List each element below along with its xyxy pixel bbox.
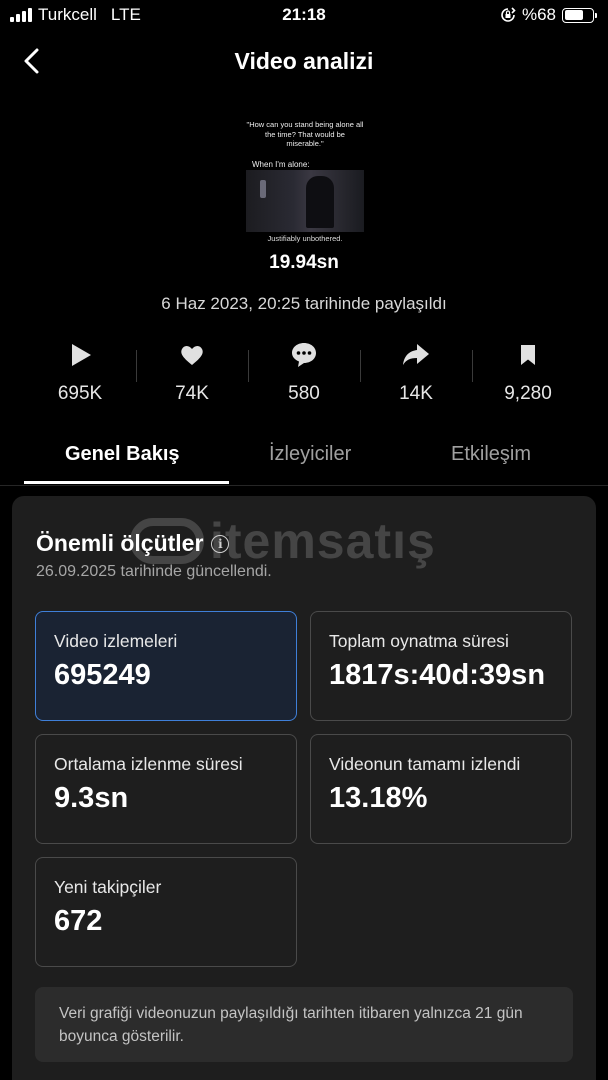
data-chart-note: Veri grafiği videonuzun paylaşıldığı tar… (35, 987, 573, 1062)
comment-icon (292, 343, 316, 367)
metric-value: 695249 (54, 659, 151, 691)
thumbnail-when-text: When I'm alone: (252, 160, 310, 169)
watermark-text: itemsatış (210, 513, 436, 569)
metric-label: Videonun tamamı izlendi (329, 754, 521, 774)
stat-value: 695K (57, 383, 103, 404)
metric-value: 1817s:40d:39sn (329, 659, 546, 691)
stat-shares: 14K (360, 338, 472, 414)
stat-value: 9,280 (504, 383, 552, 404)
card-title: Önemli ölçütler i (36, 530, 230, 557)
status-bar: Turkcell LTE 21:18 %68 (0, 0, 608, 32)
bookmark-icon (521, 345, 535, 365)
orientation-lock-icon (501, 7, 516, 22)
metric-average-watch-time[interactable]: Ortalama izlenme süresi 9.3sn (35, 734, 297, 844)
header: Video analizi (0, 40, 608, 84)
battery-icon (562, 7, 597, 23)
thumbnail-frame (246, 170, 364, 232)
metric-value: 672 (54, 905, 103, 937)
metric-label: Video izlemeleri (54, 631, 178, 651)
stat-comments: 580 (248, 338, 360, 414)
tab-bar: Genel Bakış İzleyiciler Etkileşim (0, 440, 608, 486)
page-title: Video analizi (234, 48, 374, 74)
metric-new-followers[interactable]: Yeni takipçiler 672 (35, 857, 297, 967)
tab-engagement[interactable]: Etkileşim (451, 443, 531, 466)
tab-overview[interactable]: Genel Bakış (65, 443, 180, 466)
stat-value: 74K (175, 383, 209, 404)
thumbnail-quote: "How can you stand being alone all the t… (246, 120, 364, 148)
thumbnail-caption: Justifiably unbothered. (267, 234, 343, 243)
metric-watched-full-video[interactable]: Videonun tamamı izlendi 13.18% (310, 734, 572, 844)
video-duration: 19.94sn (269, 252, 339, 273)
stat-likes: 74K (136, 338, 248, 414)
metric-label: Yeni takipçiler (54, 877, 162, 897)
video-thumbnail[interactable]: "How can you stand being alone all the t… (246, 118, 364, 246)
stat-views: 695K (24, 338, 136, 414)
metric-value: 9.3sn (54, 782, 129, 814)
engagement-stats: 695K 74K 580 14K 9,280 (24, 338, 584, 414)
play-icon (72, 344, 91, 366)
share-icon (403, 344, 429, 365)
stat-value: 580 (288, 383, 320, 404)
card-title-text: Önemli ölçütler (36, 530, 204, 556)
metric-video-views[interactable]: Video izlemeleri 695249 (35, 611, 297, 721)
active-tab-indicator (24, 481, 229, 484)
metric-value: 13.18% (329, 782, 428, 814)
stat-value: 14K (399, 383, 433, 404)
heart-icon (181, 346, 203, 365)
key-metrics-card: itemsatış Önemli ölçütler i 26.09.2025 t… (12, 496, 596, 1080)
frame-person (306, 176, 334, 228)
frame-light (260, 180, 266, 198)
battery-percent: %68 (521, 5, 556, 24)
info-icon[interactable]: i (211, 534, 230, 553)
status-right: %68 (500, 5, 597, 25)
shared-date: 6 Haz 2023, 20:25 tarihinde paylaşıldı (161, 294, 447, 313)
metric-label: Toplam oynatma süresi (329, 631, 509, 651)
metric-total-play-time[interactable]: Toplam oynatma süresi 1817s:40d:39sn (310, 611, 572, 721)
metric-label: Ortalama izlenme süresi (54, 754, 243, 774)
tab-viewers[interactable]: İzleyiciler (269, 443, 351, 466)
stat-saves: 9,280 (472, 338, 584, 414)
updated-date: 26.09.2025 tarihinde güncellendi. (36, 563, 272, 580)
